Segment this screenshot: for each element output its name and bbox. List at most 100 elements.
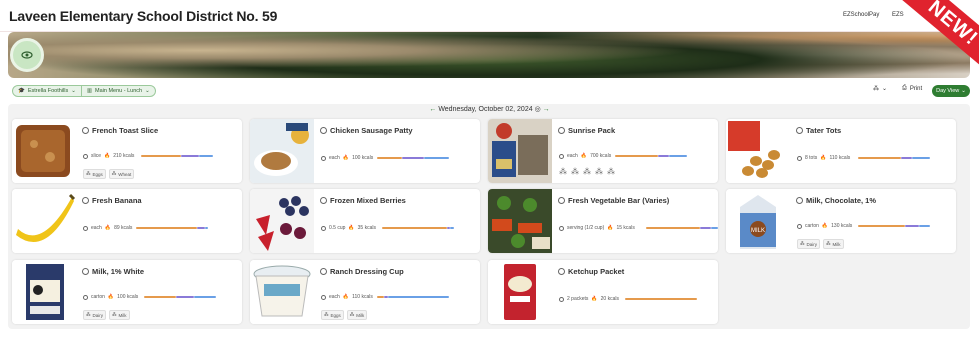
serving-icon xyxy=(321,225,326,231)
menu-item-name-text: Ranch Dressing Cup xyxy=(330,267,404,276)
serving-size: each xyxy=(567,153,578,159)
menu-item-card[interactable]: Ranch Dressing Cup each 🔥 110 kcals ⁂ Eggs ⁂ Mi… xyxy=(250,260,480,324)
food-image xyxy=(488,119,552,183)
allergen-tag: ⁂ Milk xyxy=(109,310,130,320)
ezschoolpay-link[interactable]: EZSchoolPay xyxy=(843,12,879,18)
flame-icon: 🔥 xyxy=(342,155,350,161)
macro-bar-segment xyxy=(141,155,181,157)
menu-item-card[interactable]: French Toast Slice slice 🔥 210 kcals ⁂ Eggs ⁂ W… xyxy=(12,119,242,183)
menu-item-name[interactable]: French Toast Slice xyxy=(82,126,158,135)
ezs-link[interactable]: EZS xyxy=(892,12,904,18)
menu-item-card[interactable]: Fresh Banana each 🔥 89 kcals xyxy=(12,189,242,253)
allergen-icon: ⁂ xyxy=(800,241,805,246)
allergen-tags: ⁂ Eggs ⁂ Wheat xyxy=(83,169,135,179)
prev-day-arrow[interactable]: ← xyxy=(429,106,436,113)
allergen-tags: ⁂ Eggs ⁂ Milk xyxy=(321,310,368,320)
allergen-icon: ⁂ xyxy=(324,312,329,317)
school-select[interactable]: 🎓 Estrella Foothills ⌄ xyxy=(13,86,81,96)
macro-bar-segment xyxy=(668,155,687,157)
menu-item-name[interactable]: Fresh Vegetable Bar (Varies) xyxy=(558,196,669,205)
menu-item-name[interactable]: Ranch Dressing Cup xyxy=(320,267,404,276)
macro-bar-segment xyxy=(614,155,658,157)
allergen-filter-button[interactable]: ⁂ ⌄ xyxy=(873,85,887,92)
calories: 110 kcals xyxy=(829,155,851,161)
print-button[interactable]: ⎙ Print xyxy=(902,85,922,92)
allergen-icon: ⁂ xyxy=(583,167,591,176)
serving-icon xyxy=(321,294,326,300)
info-icon xyxy=(82,268,89,275)
day-view-button[interactable]: Day View ⌄ xyxy=(932,85,970,97)
filter-group: 🎓 Estrella Foothills ⌄ ▥ Main Menu - Lun… xyxy=(12,85,156,97)
menu-item-card[interactable]: Sunrise Pack each 🔥 700 kcals ⁂ ⁂ ⁂ ⁂ ⁂ xyxy=(488,119,718,183)
allergen-tag: ⁂ Wheat xyxy=(108,169,135,179)
allergen-tag-label: Wheat xyxy=(118,171,132,177)
menu-item-card[interactable]: Milk, 1% White carton 🔥 100 kcals ⁂ Dairy ⁂ Mil… xyxy=(12,260,242,324)
food-image xyxy=(250,260,314,324)
macro-bar-segment xyxy=(181,155,199,157)
date-navigator: ← Wednesday, October 02, 2024 ◎ → xyxy=(0,104,979,116)
serving-size: carton xyxy=(805,223,819,229)
macro-bar-segment xyxy=(199,155,214,157)
serving-icon xyxy=(559,225,564,231)
flame-icon: 🔥 xyxy=(821,223,829,229)
nutrition-meta: each 🔥 110 kcals xyxy=(321,294,373,300)
food-image xyxy=(250,119,314,183)
calendar-icon[interactable]: ◎ xyxy=(535,106,541,113)
menu-item-card[interactable]: Fresh Vegetable Bar (Varies) serving (1/2… xyxy=(488,189,718,253)
menu-item-name[interactable]: Sunrise Pack xyxy=(558,126,615,135)
menu-item-name[interactable]: Chicken Sausage Patty xyxy=(320,126,413,135)
chevron-down-icon: ⌄ xyxy=(961,88,966,94)
info-icon xyxy=(82,127,89,134)
flame-icon: 🔥 xyxy=(607,225,614,231)
nutrition-meta: carton 🔥 100 kcals xyxy=(83,294,138,300)
menu-item-card[interactable]: MILK Milk, Chocolate, 1% carton 🔥 130 kcals ⁂… xyxy=(726,189,956,253)
menu-item-name[interactable]: Ketchup Packet xyxy=(558,267,624,276)
chevron-down-icon: ⌄ xyxy=(145,88,150,94)
next-day-arrow[interactable]: → xyxy=(543,106,550,113)
allergen-icon: ⁂ xyxy=(607,167,615,176)
menu-item-name-text: Fresh Vegetable Bar (Varies) xyxy=(568,196,670,205)
menu-select[interactable]: ▥ Main Menu - Lunch ⌄ xyxy=(80,86,155,96)
flame-icon: 🔥 xyxy=(820,155,827,161)
menu-item-name[interactable]: Tater Tots xyxy=(796,126,841,135)
menu-item-name-text: Ketchup Packet xyxy=(568,267,625,276)
chevron-down-icon: ⌄ xyxy=(882,86,888,92)
flame-icon: 🔥 xyxy=(107,294,115,300)
menu-item-card[interactable]: Ketchup Packet 2 packets 🔥 20 kcals xyxy=(488,260,718,324)
macro-bar-segment xyxy=(904,225,920,227)
printer-icon: ⎙ xyxy=(902,85,907,91)
serving-size: 0.5 cup xyxy=(329,225,346,231)
macro-bar-segment xyxy=(919,225,930,227)
menu-item-name[interactable]: Milk, Chocolate, 1% xyxy=(796,196,876,205)
macro-bar-segment xyxy=(376,157,402,159)
allergen-icon: ⁂ xyxy=(559,167,567,176)
info-icon xyxy=(82,197,89,204)
macro-bar-segment xyxy=(646,227,700,229)
macro-bar-segment xyxy=(176,296,195,298)
nutrition-meta: 8 tots 🔥 110 kcals xyxy=(797,155,850,161)
serving-size: each xyxy=(329,294,340,300)
allergen-icon: ⁂ xyxy=(112,312,117,317)
menu-item-card[interactable]: Chicken Sausage Patty each 🔥 100 kcals xyxy=(250,119,480,183)
menu-item-name-text: Fresh Banana xyxy=(92,196,142,205)
allergen-icon-row: ⁂ ⁂ ⁂ ⁂ ⁂ xyxy=(559,167,615,176)
menu-item-name[interactable]: Milk, 1% White xyxy=(82,267,144,276)
menu-item-card[interactable]: Frozen Mixed Berries 0.5 cup 🔥 35 kcals xyxy=(250,189,480,253)
info-icon xyxy=(796,127,803,134)
nutrition-meta: carton 🔥 130 kcals xyxy=(797,223,852,229)
allergen-icon: ⁂ xyxy=(86,171,91,176)
nutrition-meta: 2 packets 🔥 20 kcals xyxy=(559,296,619,302)
allergen-tags: ⁂ Dairy ⁂ Milk xyxy=(83,310,130,320)
serving-icon xyxy=(797,223,802,229)
macro-bar-segment xyxy=(710,227,718,229)
calories: 110 kcals xyxy=(352,294,373,300)
serving-size: carton xyxy=(91,294,105,300)
menu-item-name[interactable]: Frozen Mixed Berries xyxy=(320,196,406,205)
menu-item-name[interactable]: Fresh Banana xyxy=(82,196,142,205)
serving-icon xyxy=(797,155,802,161)
allergen-tag-label: Milk xyxy=(118,312,127,318)
menu-item-card[interactable]: Tater Tots 8 tots 🔥 110 kcals xyxy=(726,119,956,183)
serving-size: each xyxy=(91,225,102,231)
serving-size: slice xyxy=(91,153,102,159)
macro-bar-segment xyxy=(194,296,216,298)
